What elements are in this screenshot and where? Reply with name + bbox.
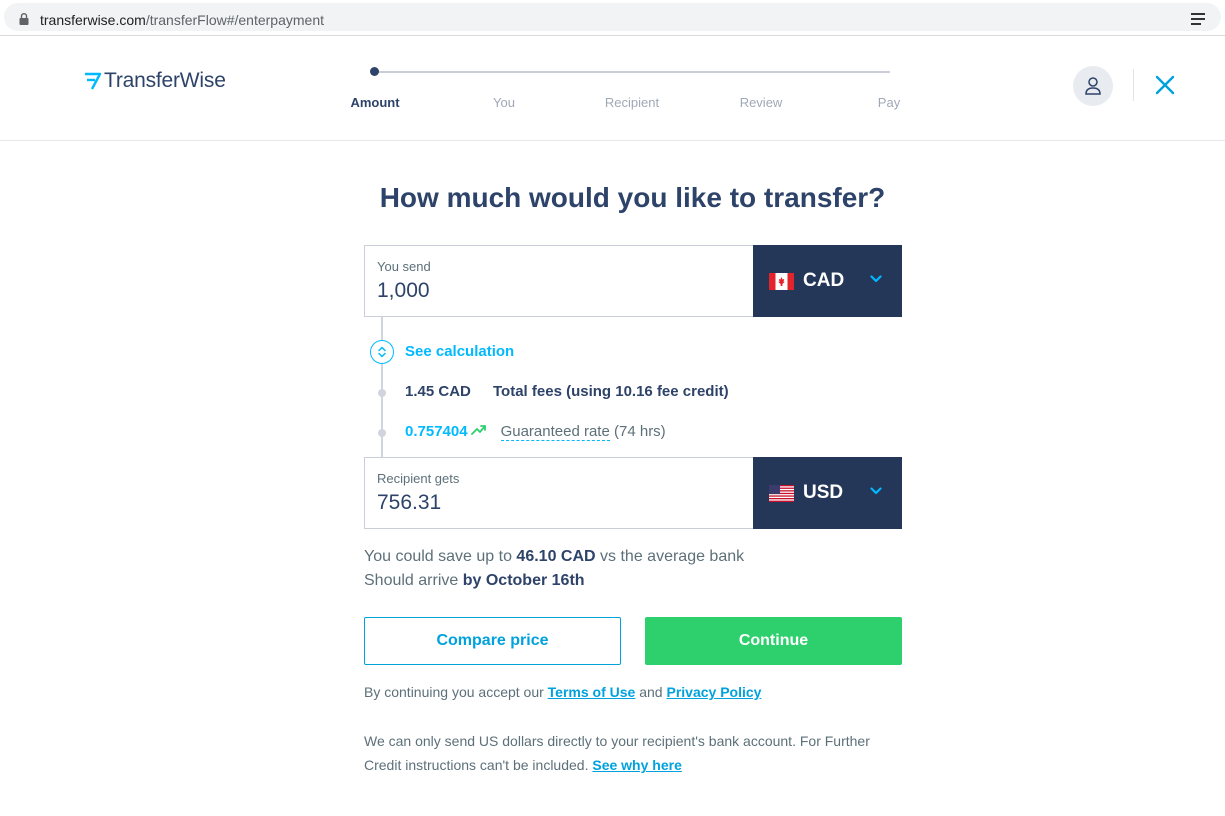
see-why-here-link[interactable]: See why here (592, 757, 682, 773)
calculation-breakdown: See calculation 1.45 CAD Total fees (usin… (364, 316, 902, 458)
expand-calculation-button[interactable] (370, 340, 394, 364)
chevron-down-icon (870, 487, 882, 495)
user-icon (1085, 77, 1101, 95)
top-header: TransferWise Amount You Recipient Review… (0, 36, 1225, 141)
guaranteed-rate-link[interactable]: Guaranteed rate (500, 423, 610, 441)
fee-amount: 1.45 CAD (405, 383, 471, 400)
url-text[interactable]: transferwise.com/transferFlow#/enterpaym… (40, 12, 324, 28)
close-icon[interactable] (1154, 74, 1176, 96)
fee-label: Total fees (using 10.16 fee credit) (493, 383, 729, 400)
legal-prefix: By continuing you accept our (364, 684, 544, 700)
arrive-date: by October 16th (462, 572, 585, 589)
chevron-down-icon (870, 275, 882, 283)
trending-up-icon (470, 425, 486, 435)
account-button[interactable] (1073, 66, 1113, 106)
progress-steps: Amount You Recipient Review Pay (340, 62, 915, 122)
legal-text: By continuing you accept our Terms of Us… (364, 684, 761, 700)
arrive-prefix: Should arrive (364, 572, 459, 589)
transferwise-logo[interactable]: TransferWise (84, 69, 226, 93)
canada-flag-icon (769, 272, 794, 290)
send-label: You send (377, 259, 431, 274)
receive-currency-select[interactable]: USD (753, 457, 902, 529)
lock-icon (19, 13, 29, 25)
send-currency-code: CAD (803, 270, 845, 291)
page-title: How much would you like to transfer? (379, 182, 886, 213)
receive-label: Recipient gets (377, 471, 460, 486)
receive-amount-input[interactable]: 756.31 (377, 491, 741, 515)
url-field[interactable]: transferwise.com/transferFlow#/enterpaym… (4, 3, 1221, 31)
us-flag-icon (769, 484, 794, 502)
send-currency-select[interactable]: CAD (753, 245, 902, 317)
url-path: /transferFlow#/enterpayment (145, 12, 325, 28)
fee-bullet (378, 389, 386, 397)
fee-row: 1.45 CAD Total fees (using 10.16 fee cred… (405, 383, 729, 400)
rate-row: 0.757404 Guaranteed rate (74 hrs) (405, 423, 666, 441)
progress-dot (370, 67, 379, 76)
receive-currency-code: USD (803, 482, 844, 503)
savings-amount: 46.10 CAD (516, 548, 596, 565)
send-amount-field[interactable]: You send 1,000 (364, 245, 753, 317)
privacy-policy-link[interactable]: Privacy Policy (666, 684, 761, 700)
progress-track (375, 71, 890, 73)
savings-suffix: vs the average bank (600, 548, 745, 565)
exchange-rate: 0.757404 (405, 423, 468, 440)
receive-amount-box: Recipient gets 756.31 USD (364, 457, 902, 529)
expand-collapse-icon (378, 346, 386, 358)
reader-menu-icon[interactable] (1191, 13, 1205, 27)
step-you: You (493, 95, 515, 110)
arrival-line: Should arrive by October 16th (364, 569, 744, 593)
continue-button[interactable]: Continue (645, 617, 902, 665)
url-host: transferwise.com (40, 12, 146, 28)
logo-text: TransferWise (104, 69, 226, 92)
legal-and: and (639, 684, 663, 700)
send-amount-input[interactable]: 1,000 (377, 279, 741, 303)
savings-line: You could save up to 46.10 CAD vs the av… (364, 545, 744, 569)
send-amount-box: You send 1,000 CAD (364, 245, 902, 317)
logo-mark-icon (85, 72, 102, 90)
see-calculation-link[interactable]: See calculation (405, 343, 514, 360)
step-review: Review (739, 95, 783, 110)
savings-prefix: You could save up to (364, 548, 512, 565)
browser-address-bar: transferwise.com/transferFlow#/enterpaym… (0, 0, 1225, 36)
step-recipient: Recipient (604, 95, 660, 110)
terms-of-use-link[interactable]: Terms of Use (548, 684, 636, 700)
header-divider (1133, 69, 1134, 101)
step-pay: Pay (877, 95, 901, 110)
rate-bullet (378, 429, 386, 437)
savings-info: You could save up to 46.10 CAD vs the av… (364, 545, 744, 593)
usd-notice: We can only send US dollars directly to … (364, 729, 884, 777)
receive-amount-field[interactable]: Recipient gets 756.31 (364, 457, 753, 529)
rate-duration: (74 hrs) (614, 423, 666, 440)
step-amount: Amount (350, 95, 400, 110)
compare-price-button[interactable]: Compare price (364, 617, 621, 665)
